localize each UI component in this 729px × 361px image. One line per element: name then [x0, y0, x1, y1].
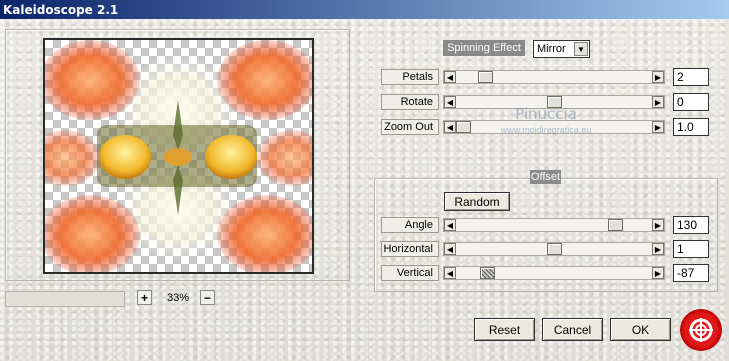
petals-slider[interactable]: ◀ ▶ — [443, 70, 665, 84]
vertical-slider[interactable]: ◀ ▶ — [443, 266, 665, 280]
petals-value[interactable]: 2 — [673, 68, 709, 86]
left-arrow-icon[interactable]: ◀ — [444, 219, 456, 231]
slider-thumb[interactable] — [478, 71, 493, 83]
reset-button[interactable]: Reset — [474, 318, 535, 341]
kaleidoscope-preview-art — [45, 40, 312, 272]
horizontal-label: Horizontal — [381, 241, 439, 257]
slider-thumb[interactable] — [608, 219, 623, 231]
angle-value[interactable]: 130 — [673, 216, 709, 234]
watermark-url: www.moidiregrafica.eu — [500, 125, 592, 135]
left-arrow-icon[interactable]: ◀ — [444, 96, 456, 108]
left-arrow-icon[interactable]: ◀ — [444, 267, 456, 279]
watermark-name: Pinuccia — [515, 105, 577, 123]
vertical-label: Vertical — [381, 265, 439, 281]
slider-thumb[interactable] — [547, 243, 562, 255]
zoom-out-label: Zoom Out — [381, 119, 439, 135]
right-arrow-icon[interactable]: ▶ — [652, 121, 664, 133]
window-title: Kaleidoscope 2.1 — [3, 2, 119, 17]
angle-slider[interactable]: ◀ ▶ — [443, 218, 665, 232]
preview-image[interactable] — [43, 38, 314, 274]
spinning-effect-select[interactable]: Mirror ▼ — [533, 40, 590, 58]
petals-label: Petals — [381, 69, 439, 85]
slider-thumb[interactable] — [480, 267, 495, 279]
zoom-level: 33% — [166, 291, 190, 304]
horizontal-slider[interactable]: ◀ ▶ — [443, 242, 665, 256]
vertical-value[interactable]: -87 — [673, 264, 709, 282]
title-bar: Kaleidoscope 2.1 — [0, 0, 729, 19]
right-arrow-icon[interactable]: ▶ — [652, 243, 664, 255]
zoom-out-button[interactable]: − — [200, 290, 215, 305]
crosshair-icon — [689, 318, 713, 342]
spinning-effect-label: Spinning Effect — [443, 40, 525, 56]
rotate-value[interactable]: 0 — [673, 93, 709, 111]
rotate-label: Rotate — [381, 94, 439, 110]
left-arrow-icon[interactable]: ◀ — [444, 121, 456, 133]
status-field — [5, 291, 125, 307]
lifebuoy-logo-icon[interactable] — [680, 309, 722, 351]
horizontal-value[interactable]: 1 — [673, 240, 709, 258]
zoom-in-button[interactable]: + — [137, 290, 152, 305]
cancel-button[interactable]: Cancel — [542, 318, 603, 341]
left-arrow-icon[interactable]: ◀ — [444, 71, 456, 83]
zoom-out-value[interactable]: 1.0 — [673, 118, 709, 136]
right-arrow-icon[interactable]: ▶ — [652, 96, 664, 108]
random-button[interactable]: Random — [444, 192, 510, 211]
spinning-effect-value: Mirror — [537, 43, 566, 55]
ok-button[interactable]: OK — [610, 318, 671, 341]
right-arrow-icon[interactable]: ▶ — [652, 267, 664, 279]
angle-label: Angle — [381, 217, 439, 233]
offset-label: Offset — [530, 170, 561, 184]
chevron-down-icon[interactable]: ▼ — [574, 42, 588, 56]
right-arrow-icon[interactable]: ▶ — [652, 219, 664, 231]
left-arrow-icon[interactable]: ◀ — [444, 243, 456, 255]
right-arrow-icon[interactable]: ▶ — [652, 71, 664, 83]
